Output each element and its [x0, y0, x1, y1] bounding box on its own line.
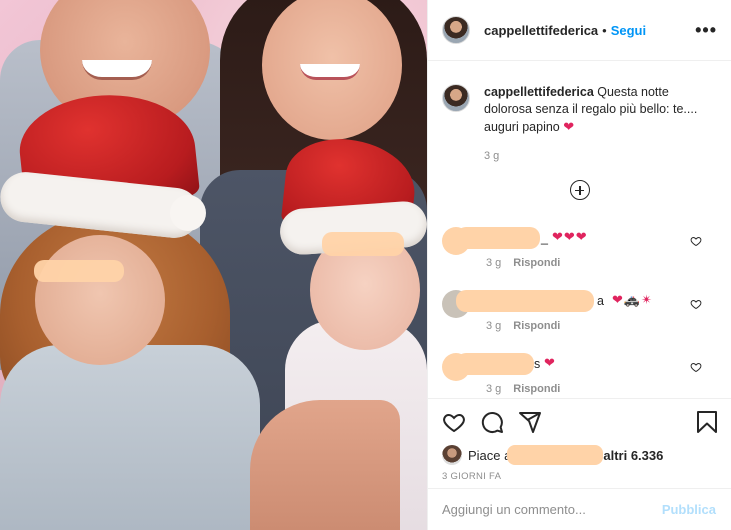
comment-item: a ❤🚓✴ 3 g Rispondi: [442, 290, 718, 335]
comment-item: s ❤ 3 g Rispondi: [442, 353, 718, 398]
comment-redaction: [456, 290, 594, 312]
photo-girl-face: [35, 235, 165, 365]
comment-icon[interactable]: [480, 410, 504, 434]
caption-username[interactable]: cappellettifederica: [484, 85, 594, 99]
caption-avatar[interactable]: [442, 84, 470, 112]
comment-redaction: [456, 227, 540, 249]
comment-input[interactable]: [442, 502, 662, 517]
liker-name-redaction: [507, 445, 604, 465]
reply-button[interactable]: Rispondi: [513, 257, 560, 269]
comment-time[interactable]: 3 g: [486, 320, 501, 332]
caption-time[interactable]: 3 g: [484, 150, 706, 162]
author-avatar[interactable]: [442, 16, 470, 44]
plus-circle-icon[interactable]: [570, 180, 590, 200]
santa-hat-pompom: [170, 195, 206, 231]
comments-list[interactable]: cappellettifederica Questa notte doloros…: [428, 62, 731, 398]
post-side-panel: cappellettifederica • Segui ••• cappelle…: [427, 0, 731, 530]
publish-button[interactable]: Pubblica: [662, 502, 716, 517]
caption-text: cappellettifederica Questa notte doloros…: [484, 84, 706, 136]
likes-prefix: Piace a: [468, 447, 512, 463]
reply-button[interactable]: Rispondi: [513, 383, 560, 395]
post-caption: cappellettifederica Questa notte doloros…: [442, 62, 718, 162]
header-separator-dot: •: [602, 22, 607, 38]
post-header: cappellettifederica • Segui •••: [428, 0, 731, 61]
comment-redaction: [456, 353, 534, 375]
heart-icon[interactable]: [442, 410, 466, 434]
photo-woman-arm: [250, 400, 400, 530]
photo-girl-dress: [0, 345, 260, 530]
post-actions: Piace a altri 6.336 3 GIORNI FA: [428, 398, 731, 488]
more-icon[interactable]: •••: [695, 20, 717, 41]
comment-text: a: [597, 294, 604, 308]
share-icon[interactable]: [518, 410, 542, 434]
comment-emojis: ❤: [544, 355, 556, 370]
post-date[interactable]: 3 GIORNI FA: [442, 471, 718, 482]
likes-count[interactable]: altri 6.336: [603, 448, 663, 463]
comment-meta: 3 g Rispondi: [486, 320, 560, 332]
load-more-comments[interactable]: [442, 180, 718, 205]
post-photo[interactable]: [0, 0, 427, 530]
add-comment-bar: Pubblica: [428, 488, 731, 530]
likes-summary[interactable]: Piace a altri 6.336: [442, 445, 718, 465]
like-comment-heart-icon[interactable]: [690, 235, 702, 247]
comment-emojis: ❤🚓✴: [612, 292, 653, 307]
like-comment-heart-icon[interactable]: [690, 361, 702, 373]
author-username[interactable]: cappellettifederica: [484, 23, 598, 38]
follow-button[interactable]: Segui: [611, 23, 646, 38]
comment-time[interactable]: 3 g: [486, 257, 501, 269]
comment-text: _: [541, 231, 548, 245]
comment-emojis: ❤❤❤: [552, 229, 588, 244]
face-redaction-left: [34, 260, 124, 282]
liker-avatar[interactable]: [442, 445, 462, 465]
comment-text: s: [534, 357, 541, 371]
red-heart-icon: ❤: [563, 119, 575, 134]
action-icons-row: [442, 409, 718, 435]
comment-meta: 3 g Rispondi: [486, 383, 560, 395]
photo-woman-smile: [300, 64, 360, 80]
comment-item: _ ❤❤❤ 3 g Rispondi: [442, 227, 718, 272]
reply-button[interactable]: Rispondi: [513, 320, 560, 332]
bookmark-icon[interactable]: [696, 410, 718, 434]
like-comment-heart-icon[interactable]: [690, 298, 702, 310]
face-redaction-right: [322, 232, 404, 256]
comment-meta: 3 g Rispondi: [486, 257, 560, 269]
comment-time[interactable]: 3 g: [486, 383, 501, 395]
photo-man-smile: [82, 60, 152, 80]
